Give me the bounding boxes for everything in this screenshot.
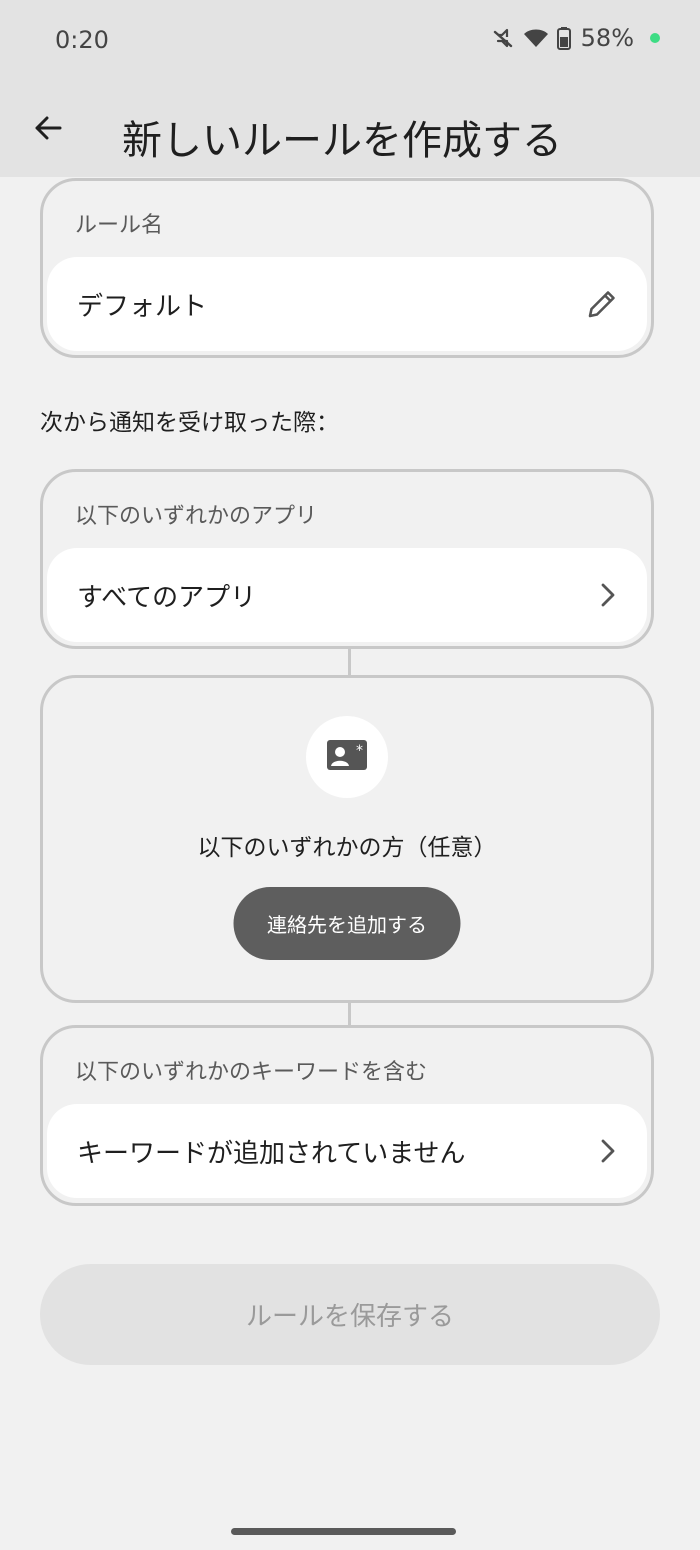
keywords-row[interactable]: キーワードが追加されていません [47,1104,647,1198]
contact-card-icon: * [326,739,368,775]
contacts-card: * 以下のいずれかの方（任意） 連絡先を追加する [40,675,654,1003]
status-icons: 58% [491,24,660,52]
rule-name-value: デフォルト [77,291,208,322]
wifi-icon [523,26,549,50]
home-indicator[interactable] [231,1528,456,1535]
battery-icon [556,26,571,50]
section-caption: 次から通知を受け取った際： [40,410,339,436]
rule-name-card: ルール名 デフォルト [40,178,654,358]
pencil-icon[interactable] [585,287,619,321]
svg-text:*: * [356,743,363,759]
apps-label: 以下のいずれかのアプリ [75,504,318,529]
save-rule-button[interactable]: ルールを保存する [40,1264,660,1365]
mute-icon [491,26,515,50]
contacts-title: 以下のいずれかの方（任意） [197,835,497,861]
back-button[interactable] [26,108,70,152]
rule-name-row[interactable]: デフォルト [47,257,647,351]
rule-name-label: ルール名 [75,213,164,238]
chevron-right-icon [597,582,619,608]
chevron-right-icon [597,1138,619,1164]
connector-line [348,1003,351,1026]
add-contact-button[interactable]: 連絡先を追加する [233,887,461,960]
privacy-indicator-dot [650,33,660,43]
back-arrow-icon [32,112,64,148]
keywords-card: 以下のいずれかのキーワードを含む キーワードが追加されていません [40,1025,654,1206]
keywords-value: キーワードが追加されていません [77,1138,466,1169]
apps-row[interactable]: すべてのアプリ [47,548,647,642]
battery-percent: 58% [580,24,634,52]
status-time: 0:20 [55,26,109,54]
apps-value: すべてのアプリ [77,582,257,613]
keywords-label: 以下のいずれかのキーワードを含む [75,1060,428,1085]
apps-card: 以下のいずれかのアプリ すべてのアプリ [40,469,654,649]
connector-line [348,649,351,676]
app-bar: 0:20 58% 新しいルールを作成する [0,0,700,177]
page-title: 新しいルールを作成する [122,118,562,164]
contact-icon-circle: * [306,716,388,798]
